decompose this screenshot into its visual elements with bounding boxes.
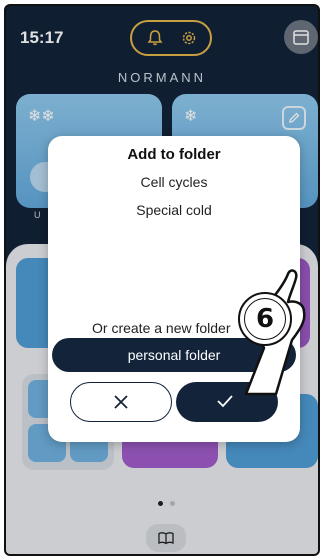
folder-option-special-cold[interactable]: Special cold [48,202,300,218]
dialog-title: Add to folder [127,146,221,163]
folder-option-cell-cycles[interactable]: Cell cycles [48,174,300,190]
close-icon [114,395,128,409]
step-callout: 6 [238,292,292,346]
phone-screen: 15:17 NORMANN ❄❄ ❄ U Add to folder Cell … [4,4,320,556]
cancel-button[interactable] [70,382,172,422]
step-number: 6 [244,298,286,340]
